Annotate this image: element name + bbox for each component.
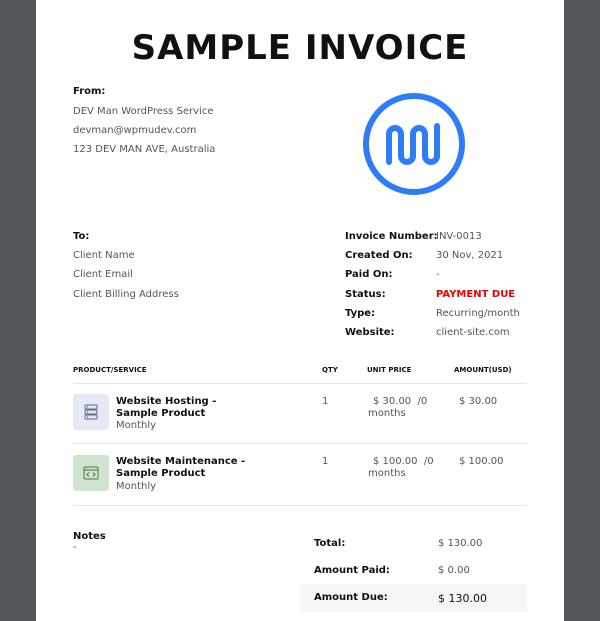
product-qty: 1 — [322, 456, 329, 467]
col-header-amount: AMOUNT(USD) — [454, 366, 512, 374]
notes-value: - — [73, 542, 77, 553]
table-divider — [73, 383, 527, 384]
from-email: devman@wpmudev.com — [73, 125, 197, 136]
product-thumbnail — [73, 455, 109, 491]
created-on-label: Created On: — [345, 250, 413, 261]
product-name: Website Maintenance - Sample Product — [116, 456, 246, 479]
website-value: client-site.com — [436, 327, 510, 338]
product-unit-period: months — [368, 468, 406, 479]
invoice-page: SAMPLE INVOICE From: DEV Man WordPress S… — [36, 0, 564, 621]
type-value: Recurring/month — [436, 308, 520, 319]
from-address: 123 DEV MAN AVE, Australia — [73, 144, 216, 155]
product-frequency: Monthly — [116, 420, 157, 431]
client-name: Client Name — [73, 250, 135, 261]
product-amount: $ 100.00 — [459, 456, 504, 467]
code-window-icon — [83, 466, 99, 480]
status-label: Status: — [345, 289, 386, 300]
product-qty: 1 — [322, 396, 329, 407]
amount-due-label: Amount Due: — [314, 592, 388, 603]
product-unit-price: $ 100.00 /0 — [373, 456, 434, 467]
col-header-qty: QTY — [322, 366, 338, 374]
wpmudev-logo-icon — [363, 93, 465, 195]
from-name: DEV Man WordPress Service — [73, 106, 214, 117]
amount-due-value: $ 130.00 — [438, 592, 487, 605]
invoice-title: SAMPLE INVOICE — [131, 28, 469, 68]
from-label: From: — [73, 86, 106, 97]
amount-due-row: Amount Due: $ 130.00 — [300, 584, 527, 612]
client-email: Client Email — [73, 269, 133, 280]
paid-on-label: Paid On: — [345, 269, 393, 280]
invoice-number: INV-0013 — [436, 231, 482, 242]
total-label: Total: — [314, 538, 346, 549]
product-amount: $ 30.00 — [459, 396, 498, 407]
product-unit-period: months — [368, 408, 406, 419]
to-label: To: — [73, 231, 90, 242]
type-label: Type: — [345, 308, 376, 319]
row-divider — [73, 443, 527, 444]
server-icon — [84, 404, 98, 420]
row-divider — [73, 505, 527, 506]
status-badge: PAYMENT DUE — [436, 289, 516, 300]
amount-paid-value: $ 0.00 — [438, 565, 470, 576]
created-on: 30 Nov, 2021 — [436, 250, 504, 261]
col-header-product: PRODUCT/SERVICE — [73, 366, 147, 374]
total-value: $ 130.00 — [438, 538, 483, 549]
product-frequency: Monthly — [116, 481, 157, 492]
amount-paid-label: Amount Paid: — [314, 565, 390, 576]
invoice-number-label: Invoice Number: — [345, 231, 438, 242]
product-unit-price: $ 30.00 /0 — [373, 396, 428, 407]
paid-on: - — [436, 269, 440, 280]
website-label: Website: — [345, 327, 395, 338]
client-billing-address: Client Billing Address — [73, 289, 179, 300]
product-thumbnail — [73, 394, 109, 430]
total-row: Total: $ 130.00 — [300, 530, 527, 558]
amount-paid-row: Amount Paid: $ 0.00 — [300, 557, 527, 585]
product-name: Website Hosting - Sample Product — [116, 396, 217, 419]
col-header-unit-price: UNIT PRICE — [367, 366, 412, 374]
notes-label: Notes — [73, 531, 106, 542]
